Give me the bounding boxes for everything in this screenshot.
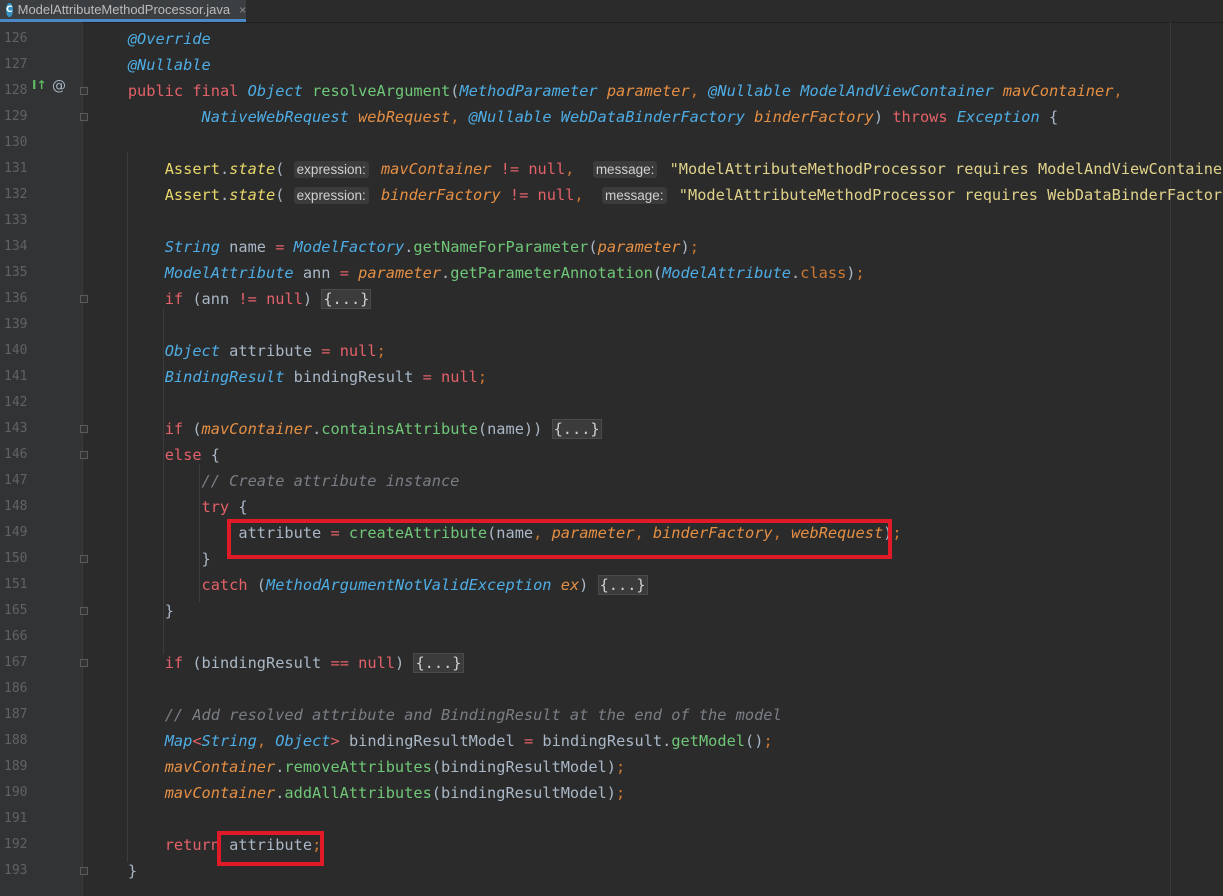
fold-marker-icon[interactable] bbox=[80, 451, 88, 459]
line-number: 131 bbox=[4, 161, 28, 176]
line-number: 150 bbox=[4, 551, 28, 566]
fold-marker-icon[interactable] bbox=[80, 113, 88, 121]
line-number: 188 bbox=[4, 733, 28, 748]
right-margin-guide bbox=[1170, 22, 1171, 896]
fold-marker-icon[interactable] bbox=[80, 659, 88, 667]
line-number: 191 bbox=[4, 811, 28, 826]
parameter-hint: expression: bbox=[293, 161, 369, 178]
fold-marker-icon[interactable] bbox=[80, 87, 88, 95]
code-line: @Nullable bbox=[127, 56, 211, 74]
highlight-box-return-attribute bbox=[217, 831, 324, 866]
line-number: 142 bbox=[4, 395, 28, 410]
line-number: 167 bbox=[4, 655, 28, 670]
code-line: Assert.state( expression: mavContainer !… bbox=[164, 160, 1223, 178]
line-number: 129 bbox=[4, 109, 28, 124]
code-line: catch (MethodArgumentNotValidException e… bbox=[201, 575, 648, 595]
code-line: else { bbox=[164, 446, 220, 464]
editor-tab-bar: C ModelAttributeMethodProcessor.java × bbox=[0, 0, 1223, 23]
java-class-icon: C bbox=[6, 2, 13, 17]
code-line: } bbox=[164, 602, 174, 620]
editor-tab[interactable]: C ModelAttributeMethodProcessor.java × bbox=[0, 0, 246, 22]
line-number: 132 bbox=[4, 187, 28, 202]
code-line: if (ann != null) {...} bbox=[164, 289, 372, 309]
indent-guide bbox=[163, 308, 164, 654]
line-number: 151 bbox=[4, 577, 28, 592]
indent-guide bbox=[199, 464, 200, 602]
code-line: Map<String, Object> bindingResultModel =… bbox=[164, 732, 773, 750]
line-number: 136 bbox=[4, 291, 28, 306]
line-number: 186 bbox=[4, 681, 28, 696]
line-number: 146 bbox=[4, 447, 28, 462]
parameter-hint: message: bbox=[602, 187, 667, 204]
line-number: 140 bbox=[4, 343, 28, 358]
line-number: 141 bbox=[4, 369, 28, 384]
folded-code-region: {...} bbox=[321, 289, 372, 309]
line-number: 193 bbox=[4, 863, 28, 878]
code-line: if (mavContainer.containsAttribute(name)… bbox=[164, 419, 602, 439]
code-line: @Override bbox=[127, 30, 211, 48]
line-number: 134 bbox=[4, 239, 28, 254]
code-line: if (bindingResult == null) {...} bbox=[164, 653, 464, 673]
fold-marker-icon[interactable] bbox=[80, 295, 88, 303]
line-number: 126 bbox=[4, 31, 28, 46]
code-line: NativeWebRequest webRequest, @Nullable W… bbox=[201, 108, 1059, 126]
code-line: } bbox=[127, 862, 138, 880]
code-line: Object attribute = null; bbox=[164, 342, 386, 360]
line-number: 127 bbox=[4, 57, 28, 72]
code-line: try { bbox=[201, 498, 248, 516]
implements-method-icon[interactable]: I↑ bbox=[32, 78, 47, 104]
line-number: 189 bbox=[4, 759, 28, 774]
line-number: 135 bbox=[4, 265, 28, 280]
gutter-divider bbox=[82, 22, 83, 896]
line-number: 187 bbox=[4, 707, 28, 722]
folded-code-region: {...} bbox=[413, 653, 464, 673]
line-number: 190 bbox=[4, 785, 28, 800]
fold-marker-icon[interactable] bbox=[80, 867, 88, 875]
code-line: } bbox=[201, 550, 211, 568]
folded-code-region: {...} bbox=[597, 575, 648, 595]
code-line: mavContainer.removeAttributes(bindingRes… bbox=[164, 758, 626, 776]
line-number: 130 bbox=[4, 135, 28, 150]
line-number: 148 bbox=[4, 499, 28, 514]
highlight-box-create-attribute bbox=[227, 519, 892, 559]
line-number: 166 bbox=[4, 629, 28, 644]
parameter-hint: message: bbox=[592, 161, 658, 178]
line-number: 133 bbox=[4, 213, 28, 228]
line-number: 149 bbox=[4, 525, 28, 540]
line-number: 128 bbox=[4, 83, 28, 98]
code-line: ModelAttribute ann = parameter.getParame… bbox=[164, 264, 865, 282]
code-line: // Create attribute instance bbox=[201, 472, 460, 490]
code-line: String name = ModelFactory.getNameForPar… bbox=[164, 238, 699, 256]
annotation-icon[interactable]: @ bbox=[52, 78, 68, 104]
folded-code-region: {...} bbox=[551, 419, 602, 439]
line-number: 139 bbox=[4, 317, 28, 332]
code-line: // Add resolved attribute and BindingRes… bbox=[164, 706, 782, 724]
indent-guide bbox=[127, 152, 128, 862]
code-line: BindingResult bindingResult = null; bbox=[164, 368, 488, 386]
line-number: 165 bbox=[4, 603, 28, 618]
fold-marker-icon[interactable] bbox=[80, 425, 88, 433]
close-icon[interactable]: × bbox=[239, 3, 246, 17]
code-line: Assert.state( expression: binderFactory … bbox=[164, 186, 1223, 204]
parameter-hint: expression: bbox=[293, 187, 369, 204]
code-line: public final Object resolveArgument(Meth… bbox=[127, 82, 1123, 100]
tab-title: ModelAttributeMethodProcessor.java bbox=[17, 2, 231, 17]
line-number: 192 bbox=[4, 837, 28, 852]
line-number: 147 bbox=[4, 473, 28, 488]
fold-marker-icon[interactable] bbox=[80, 555, 88, 563]
code-line: mavContainer.addAllAttributes(bindingRes… bbox=[164, 784, 626, 802]
line-number: 143 bbox=[4, 421, 28, 436]
fold-marker-icon[interactable] bbox=[80, 607, 88, 615]
